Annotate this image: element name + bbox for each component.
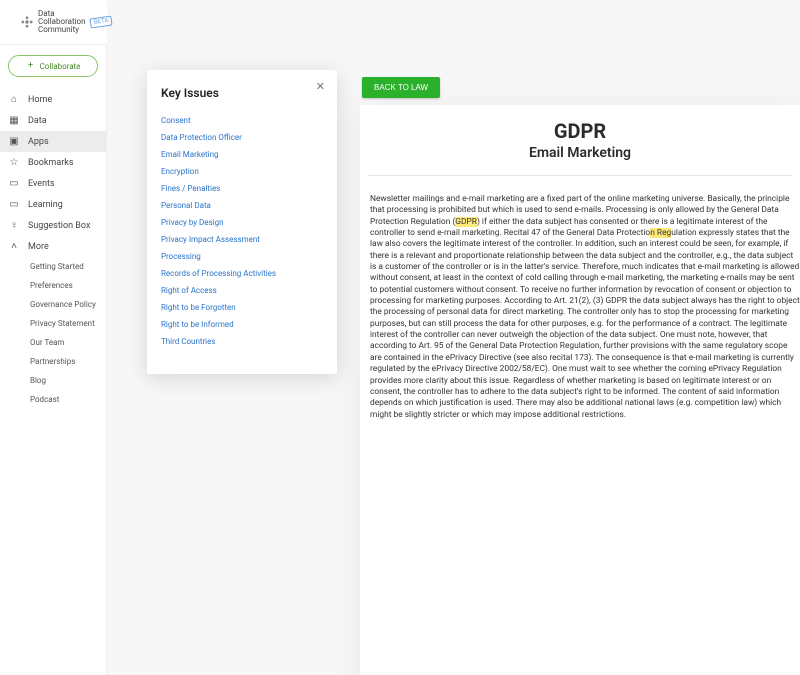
nav-bookmarks[interactable]: ☆ Bookmarks: [0, 152, 106, 173]
document-card: GDPR Email Marketing Newsletter mailings…: [360, 105, 800, 675]
issue-personal-data[interactable]: Personal Data: [161, 197, 323, 214]
doc-body: Newsletter mailings and e-mail marketing…: [360, 194, 800, 421]
plus-icon: +: [26, 61, 36, 71]
bulb-icon: ♀: [8, 220, 20, 231]
home-icon: ⌂: [8, 94, 20, 105]
more-blog[interactable]: Blog: [0, 371, 106, 390]
nav-bookmarks-label: Bookmarks: [28, 158, 73, 168]
highlight-reg: n Reg: [650, 228, 671, 238]
issue-email-marketing[interactable]: Email Marketing: [161, 146, 323, 163]
more-podcast[interactable]: Podcast: [0, 390, 106, 409]
collaborate-label: Collaborate: [40, 62, 81, 71]
content-area: GDPR Email Marketing Newsletter mailings…: [107, 45, 800, 675]
issue-third-countries[interactable]: Third Countries: [161, 333, 323, 350]
issue-right-to-be-forgotten[interactable]: Right to be Forgotten: [161, 299, 323, 316]
nav-more[interactable]: ˄ More: [0, 236, 106, 257]
back-to-law-button[interactable]: BACK TO LAW: [362, 77, 440, 98]
nav-home-label: Home: [28, 95, 52, 105]
more-governance[interactable]: Governance Policy: [0, 295, 106, 314]
chevron-up-icon: ˄: [8, 241, 20, 252]
nav-data-label: Data: [28, 116, 47, 126]
nav-events[interactable]: ▭ Events: [0, 173, 106, 194]
doc-subtitle: Email Marketing: [360, 145, 800, 161]
issue-right-to-be-informed[interactable]: Right to be Informed: [161, 316, 323, 333]
doc-p1c: ulation expressly states that the law al…: [370, 228, 800, 420]
nav-suggestion[interactable]: ♀ Suggestion Box: [0, 215, 106, 236]
more-privacy[interactable]: Privacy Statement: [0, 314, 106, 333]
nav-apps-label: Apps: [28, 137, 49, 147]
more-our-team[interactable]: Our Team: [0, 333, 106, 352]
issue-encryption[interactable]: Encryption: [161, 163, 323, 180]
nav-learning-label: Learning: [28, 200, 63, 210]
nav-learning[interactable]: ▭ Learning: [0, 194, 106, 215]
more-partnerships[interactable]: Partnerships: [0, 352, 106, 371]
sidebar: + Collaborate ⌂ Home ▦ Data ▣ Apps ☆ Bookmar…: [0, 45, 107, 675]
star-icon: ☆: [8, 157, 20, 168]
more-getting-started[interactable]: Getting Started: [0, 257, 106, 276]
nav-apps[interactable]: ▣ Apps: [0, 131, 106, 152]
nav-home[interactable]: ⌂ Home: [0, 89, 106, 110]
brand-logo-icon: [20, 15, 34, 29]
highlight-gdpr: GDPR: [455, 217, 477, 227]
more-preferences[interactable]: Preferences: [0, 276, 106, 295]
doc-title: GDPR: [360, 119, 800, 143]
issue-privacy-by-design[interactable]: Privacy by Design: [161, 214, 323, 231]
nav-more-label: More: [28, 242, 49, 252]
issue-dpo[interactable]: Data Protection Officer: [161, 129, 323, 146]
issue-records[interactable]: Records of Processing Activities: [161, 265, 323, 282]
issue-processing[interactable]: Processing: [161, 248, 323, 265]
apps-icon: ▣: [8, 136, 20, 147]
issue-fines[interactable]: Fines / Penalties: [161, 180, 323, 197]
issue-pia[interactable]: Privacy Impact Assessment: [161, 231, 323, 248]
divider: [368, 175, 792, 176]
calendar-icon: ▭: [8, 178, 20, 189]
close-icon[interactable]: ✕: [316, 80, 325, 93]
nav-suggestion-label: Suggestion Box: [28, 221, 90, 231]
issue-consent[interactable]: Consent: [161, 112, 323, 129]
brand: Data Collaboration Community BETA: [20, 10, 112, 34]
beta-badge: BETA: [89, 15, 113, 28]
collaborate-button[interactable]: + Collaborate: [8, 55, 98, 77]
panel-title: Key Issues: [161, 86, 323, 100]
grid-icon: ▦: [8, 115, 20, 126]
key-issues-panel: ✕ Key Issues Consent Data Protection Off…: [147, 70, 337, 374]
nav-data[interactable]: ▦ Data: [0, 110, 106, 131]
issue-right-of-access[interactable]: Right of Access: [161, 282, 323, 299]
book-icon: ▭: [8, 199, 20, 210]
brand-line3: Community: [38, 26, 86, 34]
nav-events-label: Events: [28, 179, 55, 189]
